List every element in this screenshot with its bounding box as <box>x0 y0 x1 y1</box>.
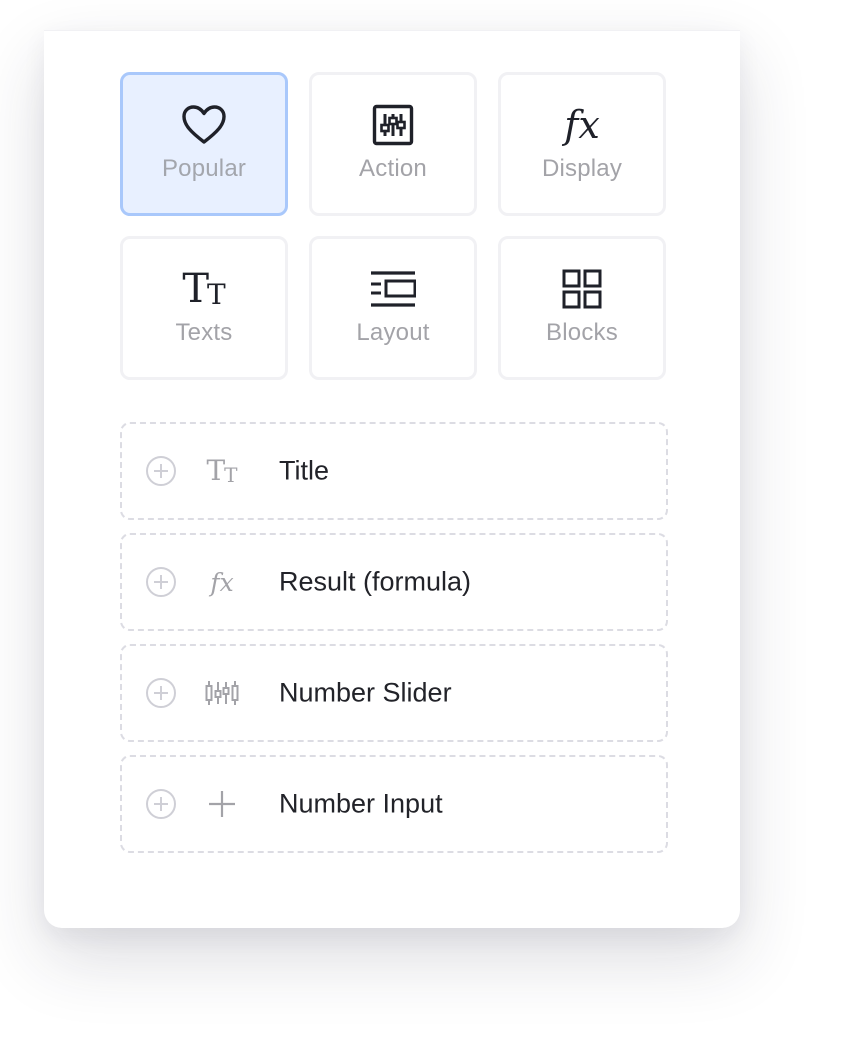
category-texts[interactable]: TT Texts <box>120 236 288 380</box>
panel-divider <box>44 30 740 31</box>
component-label: Number Slider <box>279 677 452 708</box>
heart-icon <box>180 101 228 149</box>
fx-glyph: fx <box>210 567 234 597</box>
component-item-number-input[interactable]: Number Input <box>120 755 668 853</box>
component-picker-panel: Popular Action fx Display T T Texts Layo… <box>44 30 740 928</box>
text-icon: TT <box>180 265 228 313</box>
component-item-title[interactable]: TT Title <box>120 422 668 520</box>
sliders-icon <box>369 101 417 149</box>
component-item-number-slider[interactable]: Number Slider <box>120 644 668 742</box>
category-label: Layout <box>356 319 430 346</box>
category-label: Texts <box>175 319 233 346</box>
add-circle-icon[interactable] <box>145 566 177 598</box>
category-label: Display <box>541 155 623 182</box>
category-popular[interactable]: Popular <box>120 72 288 216</box>
category-label: Action <box>359 155 427 182</box>
add-circle-icon[interactable] <box>145 455 177 487</box>
component-item-result-formula[interactable]: fx Result (formula) <box>120 533 668 631</box>
category-grid: Popular Action fx Display T T Texts Layo… <box>120 72 668 380</box>
component-label: Number Input <box>279 788 443 819</box>
plus-icon <box>204 786 240 822</box>
text-glyph-small: T <box>207 278 226 311</box>
category-display[interactable]: fx Display <box>498 72 666 216</box>
text-icon: TT <box>204 453 240 489</box>
category-layout[interactable]: Layout <box>309 236 477 380</box>
category-label: Popular <box>161 155 247 182</box>
slider-icon <box>204 675 240 711</box>
component-list: TT Title fx Result (formula) Number Slid… <box>120 422 668 866</box>
text-glyph-large: T <box>182 266 209 312</box>
category-blocks[interactable]: Blocks <box>498 236 666 380</box>
category-action[interactable]: Action <box>309 72 477 216</box>
add-circle-icon[interactable] <box>145 677 177 709</box>
fx-icon: fx <box>558 101 606 149</box>
add-circle-icon[interactable] <box>145 788 177 820</box>
text-glyph-large: T <box>206 454 226 487</box>
fx-icon: fx <box>204 564 240 600</box>
blocks-icon <box>558 265 606 313</box>
text-glyph-small: T <box>224 463 238 487</box>
category-label: Blocks <box>546 319 618 346</box>
layout-icon <box>369 265 417 313</box>
fx-glyph: fx <box>564 103 600 147</box>
component-label: Result (formula) <box>279 566 472 597</box>
component-label: Title <box>279 455 330 486</box>
